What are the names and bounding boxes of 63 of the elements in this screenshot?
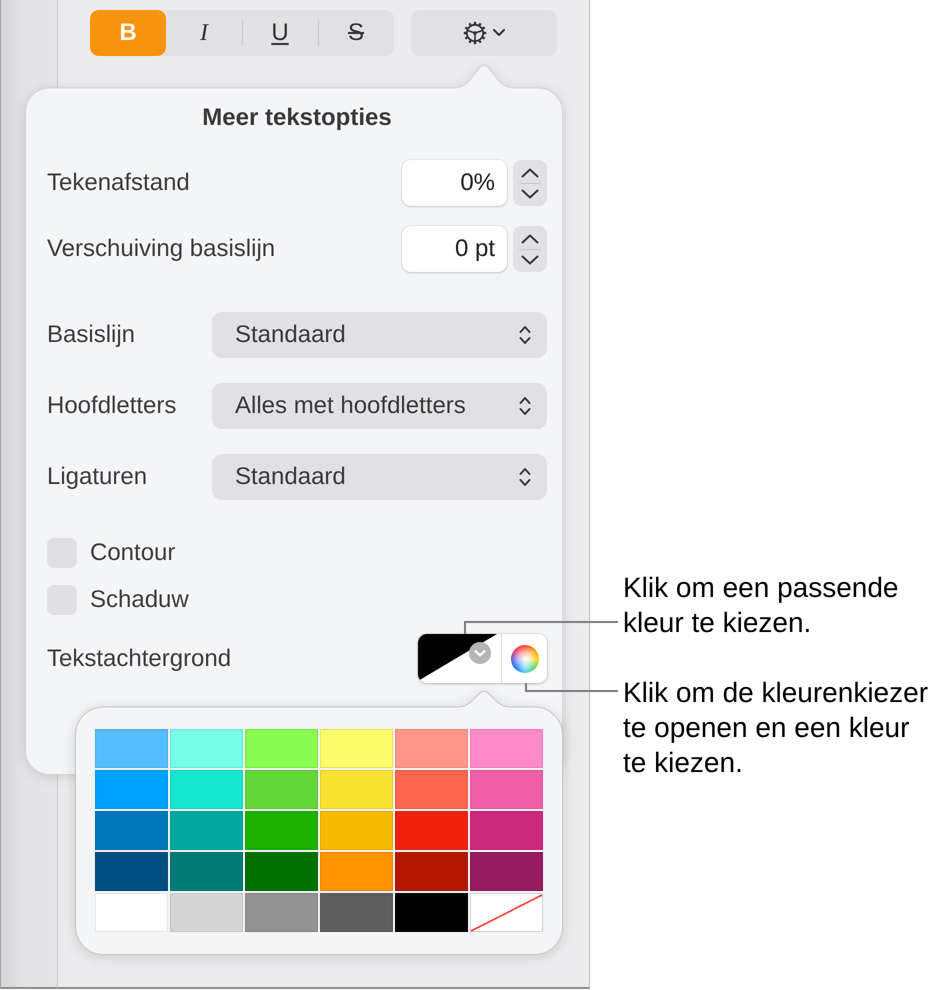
color-picker-button[interactable] [502,634,547,683]
callout-text: Klik om een passende kleur te kiezen. [623,571,900,640]
color-swatch-icon[interactable] [95,893,168,932]
field-label: Basislijn [47,320,136,350]
popup-menu[interactable]: Standaard [212,454,547,500]
field-label: Hoofdletters [47,391,178,421]
popup-menu[interactable]: Standaard [212,312,547,358]
color-well-button[interactable] [418,634,502,683]
no-color-swatch-icon[interactable] [470,893,543,932]
number-field[interactable]: 0 pt [402,226,507,272]
chevron-up-icon[interactable] [521,168,539,178]
popup-menu[interactable]: Alles met hoofdletters [212,383,547,429]
color-swatch-icon[interactable] [470,770,543,809]
color-swatch-icon[interactable] [95,852,168,891]
color-swatch-icon[interactable] [95,729,168,768]
up-down-chevron-icon [519,467,531,487]
italic-button[interactable]: I [166,10,242,56]
color-swatch-icon[interactable] [395,770,468,809]
action-menu-button[interactable] [411,10,557,56]
color-swatch-icon[interactable] [320,811,393,850]
field-label: Tekenafstand [47,168,191,198]
color-swatch-icon[interactable] [320,852,393,891]
color-swatch-icon[interactable] [245,893,318,932]
color-swatch-icon[interactable] [170,729,243,768]
color-swatch-icon[interactable] [95,811,168,850]
color-swatch-icon[interactable] [245,729,318,768]
gear-icon [463,21,487,45]
color-swatch-icon[interactable] [470,811,543,850]
color-swatch-icon[interactable] [470,852,543,891]
color-swatch-icon[interactable] [320,729,393,768]
field-label: Tekstachtergrond [47,644,232,674]
color-swatch-icon[interactable] [320,893,393,932]
color-swatch-icon[interactable] [245,852,318,891]
color-swatch-icon[interactable] [245,770,318,809]
color-swatch-icon[interactable] [320,770,393,809]
color-swatch-icon[interactable] [170,893,243,932]
checkbox-label: Schaduw [90,585,189,615]
checkbox-label: Contour [90,538,176,568]
up-down-chevron-icon [519,325,531,345]
color-swatch-icon[interactable] [395,893,468,932]
color-swatch-icon[interactable] [470,729,543,768]
stepper[interactable] [513,160,547,206]
color-swatch-icon[interactable] [95,770,168,809]
chevron-down-icon[interactable] [521,188,539,198]
number-field[interactable]: 0% [402,160,507,206]
chevron-down-icon [469,642,491,664]
color-swatch-icon[interactable] [170,852,243,891]
field-label: Ligaturen [47,462,148,492]
color-swatch-icon[interactable] [395,852,468,891]
popover-title: Meer tekstopties [202,103,392,133]
color-wheel-icon [510,644,538,672]
up-down-chevron-icon [519,396,531,416]
field-label: Verschuiving basislijn [47,234,276,264]
chevron-down-icon [493,29,505,37]
chevron-up-icon[interactable] [521,234,539,244]
color-swatch-icon[interactable] [170,770,243,809]
color-swatch-icon[interactable] [245,811,318,850]
color-swatch-icon[interactable] [395,729,468,768]
color-swatch-icon[interactable] [395,811,468,850]
color-swatch-icon[interactable] [170,811,243,850]
callout-text: Klik om de kleurenkiezer te openen en een kleur te kiezen. [623,676,930,780]
chevron-down-icon[interactable] [521,254,539,264]
stepper[interactable] [513,226,547,272]
